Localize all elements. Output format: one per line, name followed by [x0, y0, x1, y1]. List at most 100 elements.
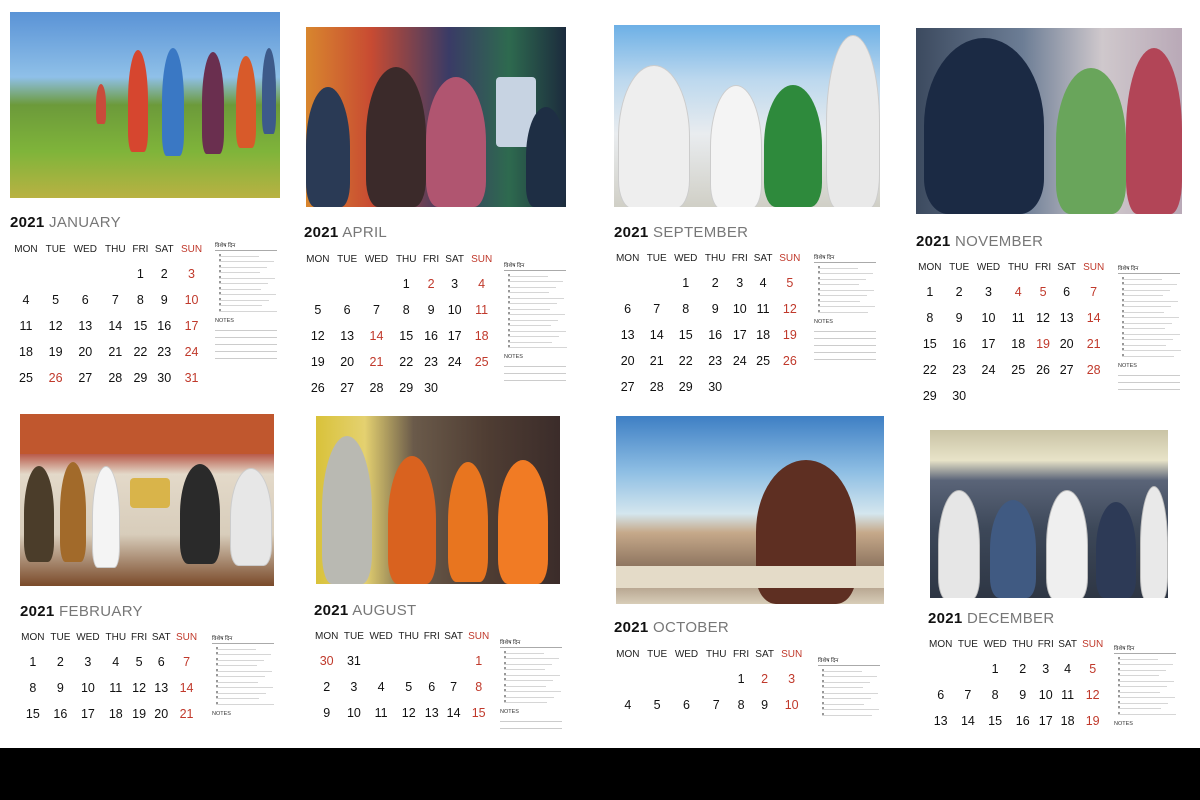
- special-day-line: [822, 712, 872, 716]
- date-grid: MON TUE WED THU FRI SAT SUN 1 2 3 4 5 6 7 8 9 10 11 12 13 14…: [612, 246, 804, 397]
- date-cell: 4: [22, 293, 30, 307]
- date-cell: 24: [981, 363, 996, 377]
- page-october: 2021 OCTOBER MON TUE WED THU FRI SAT SUN 1 2 3 4 5 6…: [612, 416, 894, 732]
- month-name: AUGUST: [352, 602, 417, 619]
- weekday-header: FRI: [423, 253, 440, 265]
- date-cell: 15: [678, 328, 693, 342]
- calendar-collage: 2021 JANUARY MON TUE WED THU FRI SAT SUN 1 2 3 4 5 6…: [0, 0, 1200, 748]
- special-day-line: [504, 667, 545, 670]
- date-cell: 4: [1064, 662, 1072, 676]
- date-cell: [1032, 383, 1054, 408]
- special-day-line: [822, 707, 879, 710]
- date-cell: [644, 666, 671, 692]
- photo-january: [10, 12, 280, 198]
- date-cell: 24: [184, 345, 199, 359]
- date-cell: 6: [157, 655, 165, 669]
- date-cell: 1: [991, 662, 999, 676]
- date-cell: 17: [80, 707, 95, 721]
- special-day-line: [216, 657, 264, 661]
- date-cell: 6: [624, 302, 632, 316]
- date-cell: 15: [988, 714, 1003, 728]
- date-cell: 9: [160, 293, 168, 307]
- special-day-line: [508, 328, 566, 332]
- date-cell: 21: [369, 355, 384, 369]
- week-row: 1 2 3 4 56 7: [18, 649, 200, 675]
- special-day-line: [818, 298, 860, 302]
- date-cell: 2: [1019, 662, 1027, 676]
- date-cell: 27: [1059, 363, 1074, 377]
- date-cell: 14: [446, 706, 461, 720]
- date-cell: 13: [424, 706, 439, 720]
- date-cell: 19: [1085, 714, 1100, 728]
- special-day-line: [1118, 711, 1176, 715]
- date-cell: 15: [471, 706, 486, 720]
- notes-label: NOTES: [500, 709, 519, 715]
- date-grid: MON TUE WED THU FRI SAT SUN 1 2 3 4 5 6 7 8 9 10 11 12 13 14…: [10, 237, 206, 391]
- special-day-line: [504, 683, 546, 687]
- date-cell: 8: [682, 302, 690, 316]
- week-row: 6 7 8 9 10 11 12: [926, 682, 1106, 708]
- date-cell: 13: [1059, 311, 1074, 325]
- date-cell: 12: [132, 681, 147, 695]
- date-cell: [69, 261, 101, 287]
- notes-line: [215, 343, 277, 345]
- weekday-header: SAT: [444, 630, 463, 642]
- date-cell: 16: [53, 707, 68, 721]
- date-cell: 13: [620, 328, 635, 342]
- date-cell: 10: [80, 681, 95, 695]
- year-label: 2021: [304, 224, 339, 241]
- special-day-line: [818, 276, 866, 280]
- month-name: FEBRUARY: [59, 603, 143, 620]
- week-row: 15 16 17 18 19 20 21: [18, 701, 200, 727]
- month-name: OCTOBER: [653, 619, 730, 636]
- date-cell: 6: [428, 680, 436, 694]
- special-day-line: [216, 701, 274, 705]
- date-cell: 18: [19, 345, 33, 359]
- date-cell: [702, 666, 730, 692]
- week-row: 16171819202122: [312, 726, 492, 732]
- week-row: 5 6 7 8 9 10 11: [302, 297, 496, 323]
- page-january: 2021 JANUARY MON TUE WED THU FRI SAT SUN 1 2 3 4 5 6…: [10, 12, 282, 392]
- date-cell: [396, 648, 422, 674]
- special-day-line: [504, 700, 547, 703]
- special-day-line: [219, 270, 260, 273]
- weekday-header: WED: [983, 638, 1007, 650]
- date-cell: 31: [184, 371, 199, 385]
- weekday-header: TUE: [45, 243, 66, 255]
- date-cell: 24: [447, 355, 462, 369]
- year-label: 2021: [916, 233, 951, 250]
- notes-line: [814, 344, 876, 346]
- special-days-panel: विशेष दिन NOTES: [814, 253, 876, 360]
- special-days-heading: विशेष दिन: [1118, 264, 1180, 274]
- special-day-line: [508, 273, 548, 277]
- date-cell: 8: [926, 311, 934, 325]
- date-cell: 1: [737, 672, 745, 686]
- special-day-line: [216, 679, 258, 683]
- special-day-line: [822, 690, 878, 694]
- weekday-header: SUN: [471, 253, 493, 265]
- date-cell: 5: [135, 655, 143, 669]
- date-cell: [442, 648, 466, 674]
- special-day-line: [1122, 282, 1177, 285]
- special-day-line: [1118, 656, 1158, 660]
- date-cell: 10: [981, 311, 996, 325]
- special-day-line: [216, 663, 257, 666]
- weekday-header: SUN: [1083, 261, 1105, 273]
- special-day-line: [818, 304, 875, 307]
- photo-september: [614, 25, 880, 207]
- date-cell: 18: [474, 329, 489, 343]
- date-cell: 27: [78, 371, 93, 385]
- notes-line: [814, 337, 876, 339]
- week-row: 2 3 4 5 67 8: [312, 674, 492, 700]
- week-row: 13 14 15 16 17 18 19: [612, 322, 804, 348]
- date-cell: [42, 261, 69, 287]
- date-cell: [926, 656, 955, 682]
- year-label: 2021: [614, 224, 649, 241]
- date-cell: 29: [133, 371, 148, 385]
- year-label: 2021: [928, 610, 963, 627]
- special-day-line: [508, 290, 549, 293]
- special-days-heading: विशेष दिन: [215, 241, 277, 251]
- weekday-header: THU: [395, 253, 417, 265]
- week-row: 27 28 29 30: [612, 374, 804, 397]
- date-cell: 20: [422, 726, 442, 732]
